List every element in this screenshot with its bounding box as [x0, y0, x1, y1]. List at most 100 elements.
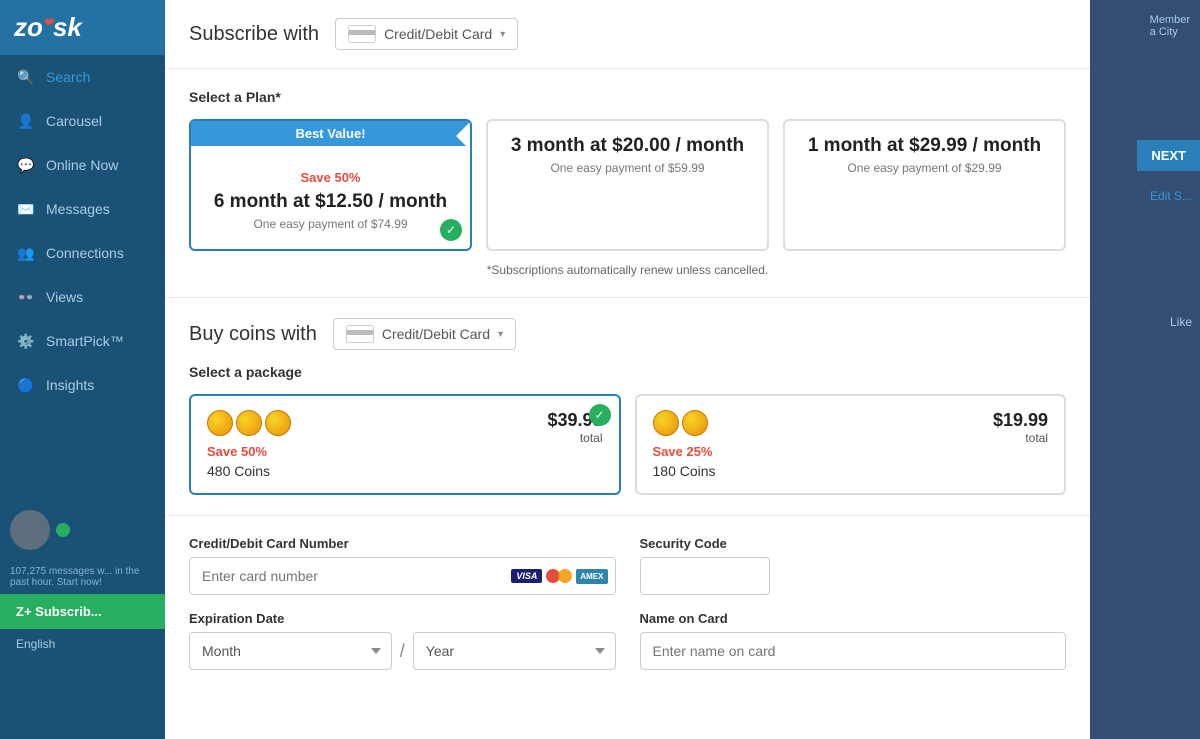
- like-button[interactable]: Like: [1170, 315, 1192, 329]
- logo-text: zo❤sk: [14, 12, 82, 43]
- sidebar-item-label: Online Now: [46, 157, 118, 173]
- coin-total-label: total: [547, 431, 602, 445]
- chevron-down-icon: ▾: [498, 329, 503, 340]
- sidebar-item-search[interactable]: 🔍 Search: [0, 55, 165, 99]
- sidebar-item-connections[interactable]: 👥 Connections: [0, 231, 165, 275]
- coin-price: $19.99: [993, 410, 1048, 431]
- coin-icon: [653, 410, 679, 436]
- plan-card-6month[interactable]: Best Value! Save 50% 6 month at $12.50 /…: [189, 119, 472, 251]
- insights-icon: 🔵: [16, 375, 36, 395]
- sidebar-item-label: Search: [46, 69, 90, 85]
- coin-total-label: total: [993, 431, 1048, 445]
- payment-method-label: Credit/Debit Card: [384, 26, 492, 42]
- card-input-wrapper: VISA AMEX: [189, 557, 616, 595]
- coins-payment-selector[interactable]: Credit/Debit Card ▾: [333, 318, 516, 350]
- plan-sub: One easy payment of $74.99: [203, 217, 458, 231]
- coin-count: 480 Coins: [207, 463, 547, 479]
- plan-price: 1 month at $29.99 / month: [797, 135, 1052, 157]
- card-number-label: Credit/Debit Card Number: [189, 536, 616, 551]
- plan-card-1month[interactable]: 1 month at $29.99 / month One easy payme…: [783, 119, 1066, 251]
- sidebar-item-views[interactable]: 👓 Views: [0, 275, 165, 319]
- sidebar-item-label: Messages: [46, 201, 110, 217]
- coins-icons: [653, 410, 993, 436]
- coin-save: Save 25%: [653, 444, 993, 459]
- online-icon: 💬: [16, 155, 36, 175]
- coin-card-480[interactable]: Save 50% 480 Coins $39.99 total ✓: [189, 394, 621, 495]
- plans-section: Select a Plan* Best Value! Save 50% 6 mo…: [165, 69, 1090, 298]
- coin-count: 180 Coins: [653, 463, 993, 479]
- coin-card-inner: Save 25% 180 Coins $19.99 total: [653, 410, 1049, 479]
- modal-header: Subscribe with Credit/Debit Card ▾: [165, 0, 1090, 69]
- auto-renew-note: *Subscriptions automatically renew unles…: [189, 263, 1066, 277]
- coins-header: Buy coins with Credit/Debit Card ▾: [189, 318, 1066, 350]
- sidebar-item-carousel[interactable]: 👤 Carousel: [0, 99, 165, 143]
- edit-button[interactable]: Edit S...: [1142, 185, 1200, 207]
- coin-save: Save 50%: [207, 444, 547, 459]
- visa-logo: VISA: [511, 569, 542, 583]
- payment-grid: Credit/Debit Card Number VISA AMEX Secu: [189, 536, 1066, 670]
- coin-card-inner: Save 50% 480 Coins $39.99 total: [207, 410, 603, 479]
- security-code-group: Security Code: [640, 536, 1067, 595]
- mastercard-logo: [546, 567, 572, 585]
- sidebar-item-smartpick[interactable]: ⚙️ SmartPick™: [0, 319, 165, 363]
- coin-icon: [265, 410, 291, 436]
- expiry-group: Expiration Date Month 010203 040506 0708…: [189, 611, 616, 670]
- name-on-card-input[interactable]: [640, 632, 1067, 670]
- security-code-input[interactable]: [640, 557, 770, 595]
- coin-icon: [682, 410, 708, 436]
- coins-section: Buy coins with Credit/Debit Card ▾ Selec…: [165, 298, 1090, 516]
- sidebar-item-messages[interactable]: ✉️ Messages: [0, 187, 165, 231]
- online-indicator: [56, 523, 70, 537]
- sidebar-item-insights[interactable]: 🔵 Insights: [0, 363, 165, 407]
- coin-check-icon: ✓: [589, 404, 611, 426]
- avatar-area: [0, 500, 165, 560]
- selected-check-icon: ✓: [440, 219, 462, 241]
- subscribe-modal: Subscribe with Credit/Debit Card ▾ Selec…: [165, 0, 1090, 739]
- language-label: English: [16, 637, 55, 651]
- mc-right: [558, 569, 572, 583]
- stats-text: 107,275 messages w... in the past hour. …: [0, 560, 165, 594]
- plan-card-3month[interactable]: 3 month at $20.00 / month One easy payme…: [486, 119, 769, 251]
- card-icon: [346, 325, 374, 343]
- coin-left: Save 25% 180 Coins: [653, 410, 993, 479]
- plan-price: 6 month at $12.50 / month: [203, 191, 458, 213]
- smartpick-icon: ⚙️: [16, 331, 36, 351]
- sidebar-item-label: Carousel: [46, 113, 102, 129]
- sidebar-item-label: Connections: [46, 245, 124, 261]
- plan-sub: One easy payment of $29.99: [797, 161, 1052, 175]
- card-logos: VISA AMEX: [511, 567, 607, 585]
- plan-sub: One easy payment of $59.99: [500, 161, 755, 175]
- plan-card-body: 1 month at $29.99 / month One easy payme…: [785, 121, 1064, 193]
- sidebar-item-online[interactable]: 💬 Online Now: [0, 143, 165, 187]
- subscribe-button[interactable]: Z+ Subscrib...: [0, 594, 165, 629]
- right-panel-bg: Member a City NEXT Edit S... Like: [1090, 0, 1200, 739]
- amex-logo: AMEX: [576, 569, 607, 584]
- sidebar-item-label: Insights: [46, 377, 94, 393]
- carousel-icon: 👤: [16, 111, 36, 131]
- sidebar-bottom: 107,275 messages w... in the past hour. …: [0, 500, 165, 659]
- card-icon: [348, 25, 376, 43]
- payment-method-selector[interactable]: Credit/Debit Card ▾: [335, 18, 518, 50]
- plan-card-body: Save 50% 6 month at $12.50 / month One e…: [191, 156, 470, 249]
- chevron-down-icon: ▾: [500, 29, 505, 40]
- security-code-label: Security Code: [640, 536, 1067, 551]
- coin-icon: [207, 410, 233, 436]
- coins-payment-label: Credit/Debit Card: [382, 326, 490, 342]
- modal-title: Subscribe with: [189, 23, 319, 46]
- coins-section-title: Select a package: [189, 364, 1066, 380]
- best-value-banner: Best Value!: [191, 121, 470, 146]
- name-on-card-group: Name on Card: [640, 611, 1067, 670]
- next-button[interactable]: NEXT: [1137, 140, 1200, 171]
- language-selector[interactable]: English: [0, 629, 165, 659]
- views-icon: 👓: [16, 287, 36, 307]
- member-label: Member a City: [1150, 14, 1190, 38]
- coin-left: Save 50% 480 Coins: [207, 410, 547, 479]
- sidebar-item-label: SmartPick™: [46, 333, 124, 349]
- month-select[interactable]: Month 010203 040506 070809 101112: [189, 632, 392, 670]
- plan-price: 3 month at $20.00 / month: [500, 135, 755, 157]
- messages-icon: ✉️: [16, 199, 36, 219]
- coin-card-180[interactable]: Save 25% 180 Coins $19.99 total: [635, 394, 1067, 495]
- sidebar: zo❤sk 🔍 Search 👤 Carousel 💬 Online Now ✉…: [0, 0, 165, 739]
- payment-form: Credit/Debit Card Number VISA AMEX Secu: [165, 516, 1090, 700]
- year-select[interactable]: Year 202420252026 2027202820292030: [413, 632, 616, 670]
